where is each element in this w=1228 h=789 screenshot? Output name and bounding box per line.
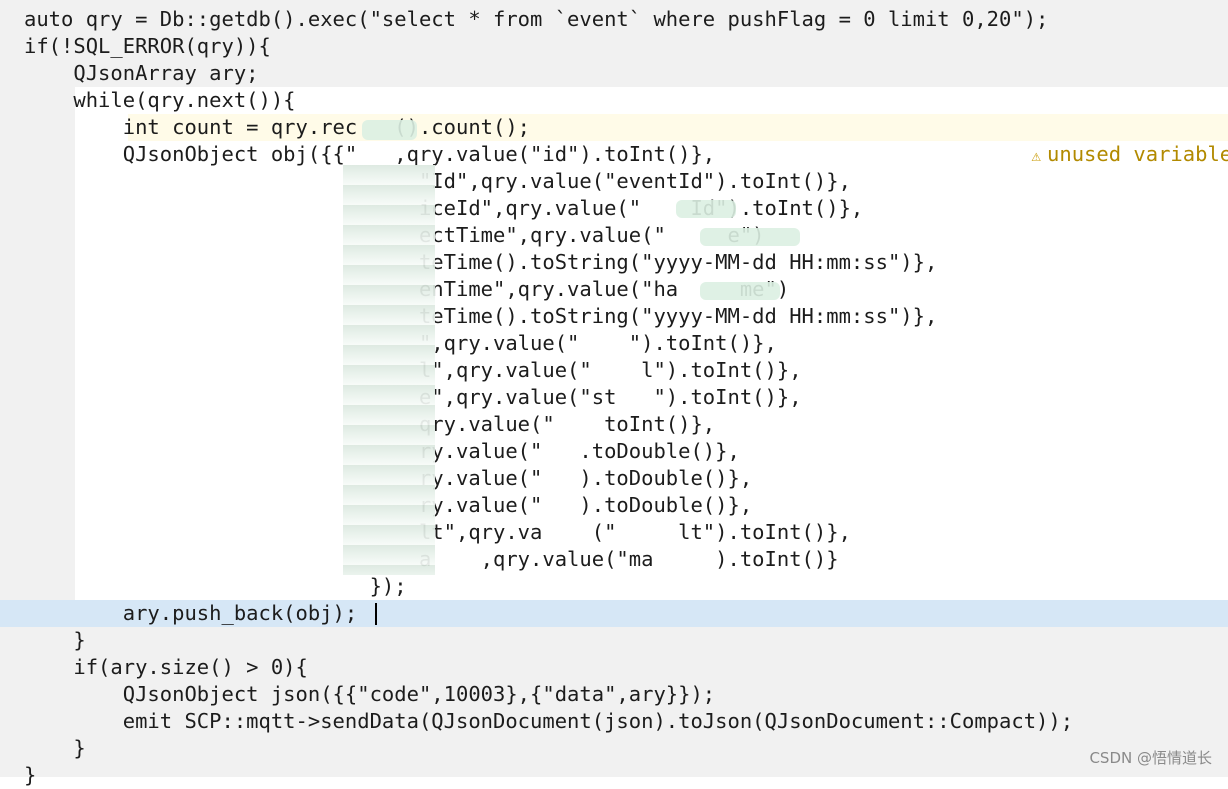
code-line-10[interactable]: teTime().toString("yyyy-MM-dd HH:mm:ss")… (24, 249, 937, 276)
code-line-27[interactable]: emit SCP::mqtt->sendData(QJsonDocument(j… (24, 708, 1073, 735)
code-line-4[interactable]: while(qry.next()){ (24, 87, 295, 114)
code-line-22[interactable]: }); (24, 573, 407, 600)
code-line-5[interactable]: int count = qry.rec ().count(); (24, 114, 530, 141)
redaction-blur-small (700, 228, 800, 246)
redaction-blur-small (362, 120, 417, 140)
redaction-blur-small (700, 282, 780, 300)
code-line-2[interactable]: if(!SQL_ERROR(qry)){ (24, 33, 271, 60)
text-caret (375, 603, 377, 625)
redaction-blur (343, 165, 435, 575)
code-line-20[interactable]: lt",qry.va (" lt").toInt()}, (24, 519, 851, 546)
redaction-blur-small (676, 200, 736, 218)
warning-text: unused variable 'c (1047, 142, 1228, 166)
code-line-12[interactable]: teTime().toString("yyyy-MM-dd HH:mm:ss")… (24, 303, 937, 330)
code-line-24[interactable]: } (24, 627, 85, 654)
code-line-3[interactable]: QJsonArray ary; (24, 60, 258, 87)
code-line-1[interactable]: auto qry = Db::getdb().exec("select * fr… (24, 6, 1048, 33)
code-line-25[interactable]: if(ary.size() > 0){ (24, 654, 308, 681)
code-line-26[interactable]: QJsonObject json({{"code",10003},{"data"… (24, 681, 715, 708)
warning-triangle-icon: ⚠ (1031, 146, 1042, 165)
code-line-23[interactable]: ary.push_back(obj); (24, 600, 358, 627)
code-line-28[interactable]: } (24, 735, 85, 762)
inline-warning[interactable]: ⚠ unused variable 'c (982, 114, 1228, 166)
watermark: CSDN @悟情道长 (1089, 749, 1212, 767)
code-line-29[interactable]: } (24, 762, 36, 789)
code-line-8[interactable]: iceId",qry.value(" Id").toInt()}, (24, 195, 863, 222)
code-editor[interactable]: auto qry = Db::getdb().exec("select * fr… (0, 0, 1228, 787)
code-line-7[interactable]: "Id",qry.value("eventId").toInt()}, (24, 168, 851, 195)
code-line-6[interactable]: QJsonObject obj({{" ,qry.value("id").toI… (24, 141, 715, 168)
